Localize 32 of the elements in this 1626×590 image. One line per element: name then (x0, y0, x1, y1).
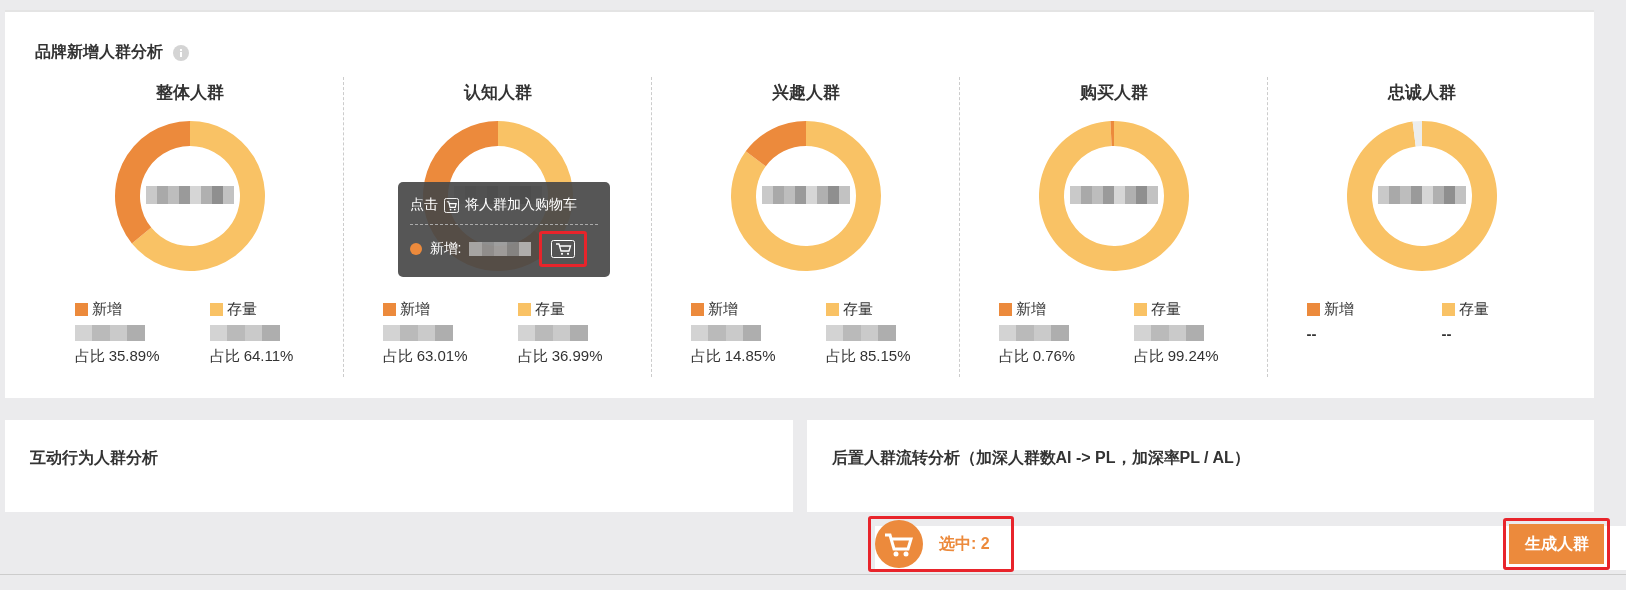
legend-share: 占比 35.89% (74, 347, 161, 366)
selected-count: 选中: 2 (939, 533, 990, 554)
legend-label: 存量 (1150, 300, 1181, 319)
chart-title: 兴趣人群 (771, 82, 840, 104)
chart-title: 购买人群 (1079, 82, 1148, 104)
legend-label: 新增 (1323, 300, 1354, 319)
legend-share: 占比 64.11% (209, 347, 295, 366)
legend-label: 新增 (399, 300, 430, 319)
legend-share: 占比 85.15% (825, 347, 912, 366)
chart-title: 忠诚人群 (1387, 82, 1456, 104)
legend-share: 占比 14.85% (690, 347, 777, 366)
legend-label: 存量 (534, 300, 565, 319)
panel-title: 互动行为人群分析 (30, 449, 158, 466)
panel-title: 后置人群流转分析（加深人群数AI -> PL，加深率PL / AL） (831, 449, 1250, 466)
section-title: 品牌新增人群分析 (35, 42, 163, 62)
legend-share: 占比 63.01% (382, 347, 469, 366)
tooltip-series-label: 新增: (429, 240, 462, 258)
tooltip-text: 将人群加入购物车 (464, 196, 577, 214)
legend-label: 存量 (226, 300, 257, 319)
legend-label: 新增 (91, 300, 122, 319)
tooltip-text: 点击 (409, 196, 438, 214)
chart-title: 认知人群 (463, 82, 532, 104)
legend-value: -- (1306, 325, 1318, 342)
legend-share: 占比 36.99% (517, 347, 604, 366)
legend-share: 占比 99.24% (1133, 347, 1220, 366)
legend-value: -- (1441, 325, 1453, 342)
legend-label: 存量 (1458, 300, 1489, 319)
legend-label: 新增 (707, 300, 738, 319)
chart-title: 整体人群 (155, 82, 224, 104)
legend-label: 新增 (1015, 300, 1046, 319)
legend-share: 占比 0.76% (998, 347, 1077, 366)
legend-label: 存量 (842, 300, 873, 319)
